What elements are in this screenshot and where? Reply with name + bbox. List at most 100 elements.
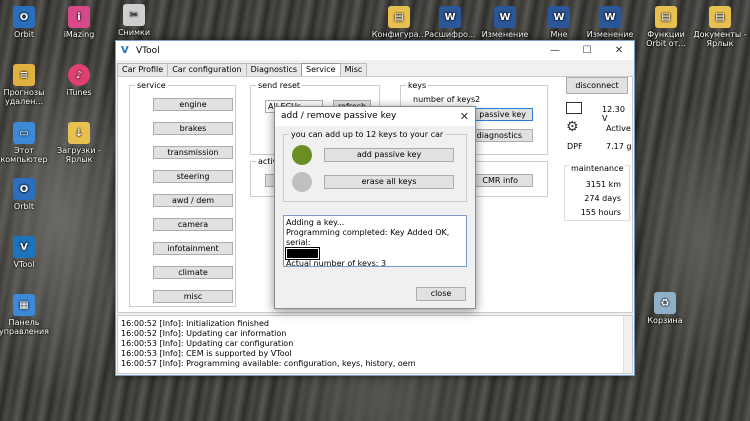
- vtool-logo-icon: V: [121, 44, 129, 56]
- desktop-icon-label: Изменение: [481, 30, 529, 39]
- infotainment-button[interactable]: infotainment: [153, 242, 233, 255]
- desktop-icon-documents[interactable]: ▤ Документы - Ярлык: [692, 6, 748, 48]
- desktop-icon-orbit[interactable]: O Orbit: [0, 6, 52, 39]
- dialog-log-line: Actual number of keys: 3: [286, 259, 387, 267]
- log-line: 16:00:52 [Info]: Initialization finished: [121, 319, 269, 328]
- tab-diagnostics[interactable]: Diagnostics: [245, 63, 303, 76]
- maintenance-label: maintenance: [569, 164, 626, 173]
- maintenance-group: maintenance 3151 km 274 days 155 hours: [564, 164, 630, 221]
- dialog-title: add / remove passive key: [281, 111, 397, 121]
- desktop-icon-label: OrbIt: [13, 202, 35, 211]
- archive-icon: ▤: [388, 6, 410, 28]
- desktop-icon-orbit-functions[interactable]: ▤ Функции Orbit от...: [638, 6, 694, 48]
- add-passive-key-button[interactable]: add passive key: [324, 148, 454, 162]
- desktop-icon-change-2[interactable]: W Изменение: [582, 6, 638, 39]
- log-line: 16:00:57 [Info]: Programming available: …: [121, 359, 416, 368]
- desktop-icon-label: Корзина: [647, 316, 683, 325]
- desktop-icon-label: VTool: [13, 260, 35, 269]
- word-doc-icon: W: [494, 6, 516, 28]
- tab-car-profile[interactable]: Car Profile: [117, 63, 169, 76]
- desktop-icon-imazing[interactable]: i iMazing: [51, 6, 107, 39]
- disconnect-button[interactable]: disconnect: [566, 77, 628, 94]
- log-line: 16:00:53 [Info]: Updating car configurat…: [121, 339, 294, 348]
- number-of-keys-label: number of keys: [413, 95, 476, 104]
- battery-voltage: 12.30 V: [602, 105, 625, 123]
- word-doc-icon: W: [599, 6, 621, 28]
- desktop-icon-label: Документы - Ярлык: [693, 30, 747, 48]
- folder-icon: ↓: [68, 122, 90, 144]
- desktop-icon-label: Конфигура...: [371, 30, 427, 39]
- vtool-app-icon: V: [13, 236, 35, 258]
- misc-button[interactable]: misc: [153, 290, 233, 303]
- desktop-icon-snips[interactable]: ✂ Снимки: [106, 4, 162, 37]
- window-title: VTool: [136, 45, 160, 56]
- desktop-icon-label: Загрузки - Ярлык: [57, 146, 101, 164]
- camera-button[interactable]: camera: [153, 218, 233, 231]
- number-of-keys-value: 2: [475, 95, 481, 104]
- control-panel-icon: ▦: [13, 294, 35, 316]
- awd-dem-button[interactable]: awd / dem: [153, 194, 233, 207]
- desktop-icon-label: Orbit: [13, 30, 35, 39]
- desktop-icon-decode[interactable]: W Расшифро...: [422, 6, 478, 39]
- passive-key-dialog: add / remove passive key ✕ you can add u…: [274, 106, 476, 309]
- transmission-button[interactable]: transmission: [153, 146, 233, 159]
- desktop-icon-label: Этот компьютер: [0, 146, 48, 164]
- desktop-icon-change-1[interactable]: W Изменение: [477, 6, 533, 39]
- climate-button[interactable]: climate: [153, 266, 233, 279]
- orbit-app-icon: O: [13, 178, 35, 200]
- maximize-button[interactable]: ☐: [571, 41, 603, 60]
- desktop-icon-control-panel[interactable]: ▦ Панель управления: [0, 294, 52, 336]
- folder-icon: ▤: [709, 6, 731, 28]
- add-keys-group-label: you can add up to 12 keys to your car: [289, 130, 446, 139]
- maintenance-km: 3151 km: [585, 180, 621, 189]
- dialog-titlebar[interactable]: add / remove passive key ✕: [275, 107, 475, 126]
- dialog-close-button[interactable]: close: [416, 287, 466, 301]
- engine-button[interactable]: engine: [153, 98, 233, 111]
- add-status-indicator: [292, 145, 312, 165]
- log-scrollbar[interactable]: [623, 316, 632, 373]
- tab-misc[interactable]: Misc: [339, 63, 368, 76]
- desktop-icon-config[interactable]: ▤ Конфигура...: [371, 6, 427, 39]
- orbit-app-icon: O: [13, 6, 35, 28]
- steering-button[interactable]: steering: [153, 170, 233, 183]
- desktop-icon-label: iMazing: [63, 30, 95, 39]
- desktop-icon-downloads[interactable]: ↓ Загрузки - Ярлык: [51, 122, 107, 164]
- dialog-close-icon[interactable]: ✕: [460, 107, 469, 126]
- desktop-icon-label: Снимки: [117, 28, 151, 37]
- desktop-icon-label: Изменение: [586, 30, 634, 39]
- desktop-icon-label: iTunes: [66, 88, 92, 97]
- recycle-bin-icon: ♻: [654, 292, 676, 314]
- add-keys-group: you can add up to 12 keys to your car ad…: [283, 130, 467, 202]
- tab-service[interactable]: Service: [301, 63, 341, 77]
- log-line: 16:00:53 [Info]: CEM is supported by VTo…: [121, 349, 292, 358]
- desktop-icon-orbit-2[interactable]: O OrbIt: [0, 178, 52, 211]
- dpf-label: DPF: [567, 142, 583, 151]
- event-log[interactable]: 16:00:52 [Info]: Initialization finished…: [117, 315, 633, 374]
- tab-strip: Car Profile Car configuration Diagnostic…: [117, 63, 368, 77]
- desktop-icon-mne[interactable]: W Мне: [531, 6, 587, 39]
- service-group: service engine brakes transmission steer…: [129, 81, 236, 307]
- connection-status: Active: [606, 124, 631, 133]
- desktop-icon-label: Функции Orbit от...: [646, 30, 686, 48]
- word-doc-icon: W: [439, 6, 461, 28]
- desktop-icon-itunes[interactable]: ♪ iTunes: [51, 64, 107, 97]
- desktop-icon-recycle-bin[interactable]: ♻ Корзина: [637, 292, 693, 325]
- scissors-icon: ✂: [123, 4, 145, 26]
- dialog-output-log[interactable]: Adding a key... Programming completed: K…: [283, 215, 467, 267]
- serial-redaction: [285, 247, 320, 260]
- dialog-log-line: Programming completed: Key Added OK, ser…: [286, 228, 450, 247]
- battery-icon: [566, 102, 582, 114]
- dialog-log-line: Adding a key...: [286, 218, 345, 227]
- minimize-button[interactable]: —: [539, 41, 571, 60]
- desktop-icon-forecasts[interactable]: ≡ Прогнозы удален...: [0, 64, 52, 106]
- close-button[interactable]: ✕: [603, 41, 635, 60]
- desktop-icon-label: Расшифро...: [424, 30, 476, 39]
- gear-icon: ⚙: [566, 119, 579, 135]
- desktop-icon-this-pc[interactable]: ▭ Этот компьютер: [0, 122, 52, 164]
- keys-group-label: keys: [406, 81, 429, 90]
- desktop-icon-vtool[interactable]: V VTool: [0, 236, 52, 269]
- erase-all-keys-button[interactable]: erase all keys: [324, 175, 454, 189]
- tab-car-configuration[interactable]: Car configuration: [167, 63, 247, 76]
- brakes-button[interactable]: brakes: [153, 122, 233, 135]
- maintenance-hours: 155 hours: [580, 208, 621, 217]
